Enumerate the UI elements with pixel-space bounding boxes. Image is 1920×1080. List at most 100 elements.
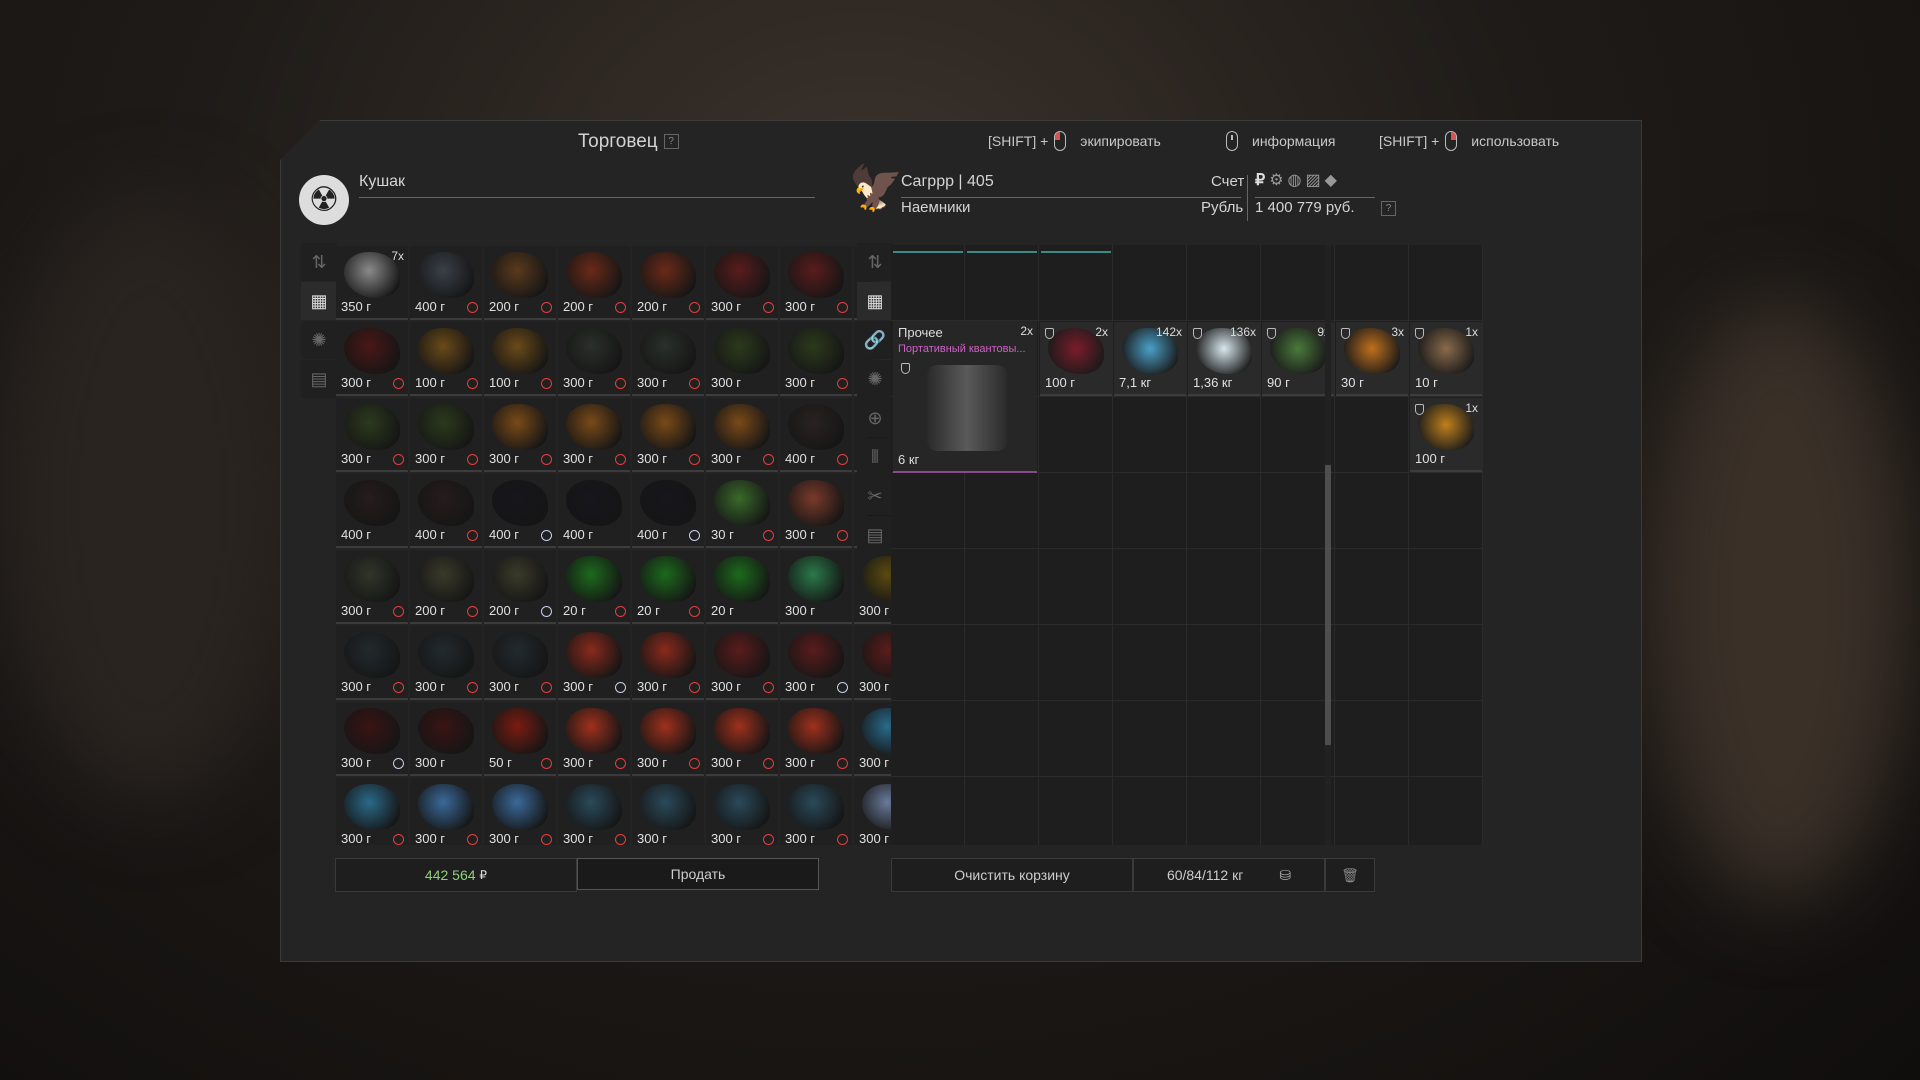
vendor-item[interactable]: 300 г <box>706 626 778 700</box>
empty-slot[interactable] <box>1039 549 1113 625</box>
link-icon[interactable]: 🔗 <box>857 321 893 359</box>
vendor-item[interactable]: 300 г <box>336 626 408 700</box>
vendor-item[interactable]: 200 г <box>410 550 482 624</box>
empty-slot[interactable] <box>1261 549 1335 625</box>
vendor-item[interactable]: 300 г <box>410 398 482 472</box>
empty-slot[interactable] <box>1261 397 1335 473</box>
empty-slot[interactable] <box>1113 777 1187 845</box>
vendor-item[interactable]: 300 г <box>780 550 852 624</box>
sort-icon[interactable]: ⇅ <box>857 243 893 281</box>
vendor-item[interactable]: 300 г <box>558 626 630 700</box>
vendor-item[interactable]: 400 г <box>484 474 556 548</box>
grid-view-icon[interactable]: ▦ <box>857 282 893 320</box>
vendor-item[interactable]: 300 г <box>484 778 556 845</box>
empty-slot[interactable] <box>1113 245 1187 321</box>
vendor-item[interactable]: 100 г <box>484 322 556 396</box>
player-scroll-thumb[interactable] <box>1325 465 1331 745</box>
vendor-item[interactable]: 300 г <box>780 322 852 396</box>
empty-slot[interactable] <box>1335 549 1409 625</box>
gear-icon[interactable]: ⚙ <box>1269 170 1283 190</box>
vendor-item[interactable]: 300 г <box>780 246 852 320</box>
empty-slot[interactable] <box>891 473 965 549</box>
clear-cart-button[interactable]: Очистить корзину <box>891 858 1133 892</box>
vendor-item[interactable]: 50 г <box>484 702 556 776</box>
vendor-item[interactable]: 300 г <box>558 398 630 472</box>
player-scrollbar[interactable] <box>1325 245 1331 845</box>
vendor-item[interactable]: 300 г <box>632 626 704 700</box>
empty-slot[interactable] <box>1335 777 1409 845</box>
help-icon[interactable]: ? <box>1381 201 1396 216</box>
vendor-item[interactable]: 200 г <box>484 246 556 320</box>
empty-slot[interactable] <box>1187 701 1261 777</box>
empty-slot[interactable] <box>1039 701 1113 777</box>
vendor-item[interactable]: 400 г <box>780 398 852 472</box>
empty-slot[interactable] <box>1335 701 1409 777</box>
help-icon[interactable]: ? <box>663 134 679 150</box>
empty-slot[interactable] <box>1409 473 1483 549</box>
vendor-item[interactable]: 20 г <box>558 550 630 624</box>
tools-icon[interactable]: ✂ <box>857 477 893 515</box>
empty-slot[interactable] <box>1261 701 1335 777</box>
empty-slot[interactable] <box>1039 245 1113 321</box>
vendor-item[interactable]: 300 г <box>780 626 852 700</box>
player-item[interactable]: 30 г 3x <box>1336 322 1408 396</box>
vendor-item[interactable]: 300 г <box>780 778 852 845</box>
vendor-item[interactable]: 300 г <box>484 398 556 472</box>
vendor-item[interactable]: 350 г 7x <box>336 246 408 320</box>
vendor-item[interactable]: 300 г <box>336 322 408 396</box>
vendor-item[interactable]: 300 г <box>706 322 778 396</box>
ruble-icon[interactable]: ₽ <box>1255 170 1265 190</box>
vendor-item[interactable]: 30 г <box>706 474 778 548</box>
vendor-item[interactable]: 300 г <box>410 626 482 700</box>
medkit-icon[interactable]: ⊕ <box>857 399 893 437</box>
empty-slot[interactable] <box>1187 473 1261 549</box>
vendor-item[interactable]: 200 г <box>558 246 630 320</box>
vendor-item[interactable]: 200 г <box>484 550 556 624</box>
empty-slot[interactable] <box>965 473 1039 549</box>
vendor-item[interactable]: 400 г <box>558 474 630 548</box>
player-item[interactable]: 90 г 9x <box>1262 322 1334 396</box>
vendor-item[interactable]: 300 г <box>336 550 408 624</box>
empty-slot[interactable] <box>1039 777 1113 845</box>
player-item[interactable]: 7,1 кг 142x <box>1114 322 1186 396</box>
vendor-item[interactable]: 20 г <box>706 550 778 624</box>
vendor-item[interactable]: 300 г <box>706 398 778 472</box>
vendor-item[interactable]: 300 г <box>558 778 630 845</box>
token-icon[interactable]: ◆ <box>1325 170 1337 190</box>
grid-view-icon[interactable]: ▦ <box>301 282 337 320</box>
vendor-item[interactable]: 300 г <box>780 474 852 548</box>
vendor-item[interactable]: 300 г <box>484 626 556 700</box>
vendor-item[interactable]: 400 г <box>410 474 482 548</box>
empty-slot[interactable] <box>1409 625 1483 701</box>
vendor-item[interactable]: 300 г <box>632 398 704 472</box>
empty-slot[interactable] <box>1409 777 1483 845</box>
vendor-item[interactable]: 300 г <box>632 702 704 776</box>
player-item[interactable]: 100 г 2x <box>1040 322 1112 396</box>
player-item[interactable]: 100 г 1x <box>1410 398 1482 472</box>
empty-slot[interactable] <box>1187 245 1261 321</box>
empty-slot[interactable] <box>1335 473 1409 549</box>
empty-slot[interactable] <box>1261 625 1335 701</box>
vendor-item[interactable]: 400 г <box>336 474 408 548</box>
empty-slot[interactable] <box>1039 473 1113 549</box>
empty-slot[interactable] <box>891 777 965 845</box>
empty-slot[interactable] <box>891 245 965 321</box>
vendor-item[interactable]: 300 г <box>558 702 630 776</box>
vendor-item[interactable]: 400 г <box>410 246 482 320</box>
vendor-item[interactable]: 300 г <box>558 322 630 396</box>
sell-button[interactable]: Продать <box>577 858 819 890</box>
empty-slot[interactable] <box>1409 245 1483 321</box>
empty-slot[interactable] <box>1113 625 1187 701</box>
vendor-item[interactable]: 400 г <box>632 474 704 548</box>
empty-slot[interactable] <box>891 549 965 625</box>
misc-filter-icon[interactable]: ▤ <box>301 360 337 398</box>
partial-item[interactable] <box>967 245 1037 253</box>
vendor-item[interactable]: 200 г <box>632 246 704 320</box>
quantum-generator-item[interactable]: Прочее 2x Портативный квантовы... 6 кг <box>893 321 1037 473</box>
empty-slot[interactable] <box>1187 777 1261 845</box>
empty-slot[interactable] <box>1039 625 1113 701</box>
partial-item[interactable] <box>1041 245 1111 253</box>
empty-slot[interactable] <box>891 625 965 701</box>
coin-icon[interactable]: ◍ <box>1288 170 1302 190</box>
vendor-item[interactable]: 20 г <box>632 550 704 624</box>
